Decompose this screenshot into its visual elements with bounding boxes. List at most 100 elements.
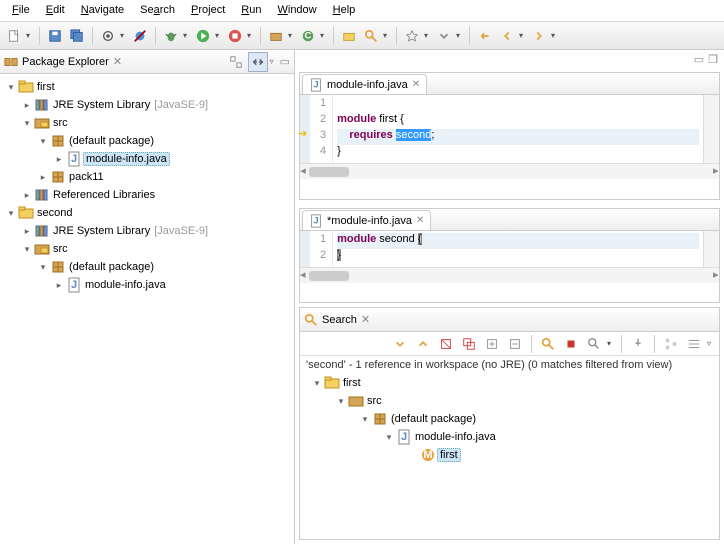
result-src[interactable]: ▾src: [304, 392, 715, 410]
menu-search[interactable]: Search: [132, 2, 183, 19]
debug-button[interactable]: [161, 26, 181, 46]
new-button[interactable]: [4, 26, 24, 46]
cancel-search-button[interactable]: [561, 334, 581, 354]
expand-all-button[interactable]: [482, 334, 502, 354]
twisty-icon[interactable]: ▾: [334, 396, 348, 407]
run-last-button[interactable]: [225, 26, 245, 46]
twisty-icon[interactable]: ▾: [20, 244, 34, 255]
run-search-again-button[interactable]: [538, 334, 558, 354]
dropdown-icon[interactable]: ▾: [215, 31, 223, 40]
result-match[interactable]: ▾Mfirst: [304, 446, 715, 464]
twisty-icon[interactable]: ▾: [358, 414, 372, 425]
twisty-icon[interactable]: ▾: [4, 82, 18, 93]
dropdown-icon[interactable]: ▾: [456, 31, 464, 40]
dropdown-icon[interactable]: ▾: [383, 31, 391, 40]
tree-view-button[interactable]: [661, 334, 681, 354]
menu-window[interactable]: Window: [269, 2, 324, 19]
history-button[interactable]: [584, 334, 604, 354]
menu-navigate[interactable]: Navigate: [73, 2, 132, 19]
maximize-icon[interactable]: ▭: [694, 53, 704, 66]
search-results-tree[interactable]: ▾first ▾src ▾(default package) ▾Jmodule-…: [300, 374, 719, 539]
jre-node[interactable]: ▸JRE System Library[JavaSE-9]: [2, 96, 292, 114]
flat-view-button[interactable]: [684, 334, 704, 354]
dropdown-icon[interactable]: ▾: [519, 31, 527, 40]
ref-libs-node[interactable]: ▸Referenced Libraries: [2, 186, 292, 204]
file-node[interactable]: ▸Jmodule-info.java: [2, 150, 292, 168]
skip-breakpoints-button[interactable]: [130, 26, 150, 46]
vertical-scrollbar[interactable]: [703, 95, 719, 163]
save-all-button[interactable]: [67, 26, 87, 46]
dropdown-icon[interactable]: ▾: [120, 31, 128, 40]
jre-node[interactable]: ▸JRE System Library[JavaSE-9]: [2, 222, 292, 240]
twisty-icon[interactable]: ▸: [20, 226, 34, 237]
dropdown-icon[interactable]: ▾: [320, 31, 328, 40]
search-button[interactable]: [361, 26, 381, 46]
menu-file[interactable]: File: [4, 2, 38, 19]
new-package-button[interactable]: [266, 26, 286, 46]
back-button[interactable]: [497, 26, 517, 46]
pin-button[interactable]: [628, 334, 648, 354]
menu-help[interactable]: Help: [325, 2, 364, 19]
last-edit-button[interactable]: [475, 26, 495, 46]
remove-all-button[interactable]: [459, 334, 479, 354]
code-area[interactable]: module first { requires second; }: [333, 95, 703, 163]
dropdown-icon[interactable]: ▾: [288, 31, 296, 40]
project-node[interactable]: ▾second: [2, 204, 292, 222]
link-editor-button[interactable]: [248, 52, 268, 72]
result-project[interactable]: ▾first: [304, 374, 715, 392]
twisty-icon[interactable]: ▸: [52, 154, 66, 165]
src-folder-node[interactable]: ▾src: [2, 114, 292, 132]
twisty-icon[interactable]: ▾: [4, 208, 18, 219]
twisty-icon[interactable]: ▾: [36, 262, 50, 273]
warning-marker-icon[interactable]: ➔: [298, 127, 307, 140]
new-class-button[interactable]: C: [298, 26, 318, 46]
collapse-all-button[interactable]: [505, 334, 525, 354]
twisty-icon[interactable]: ▾: [20, 118, 34, 129]
forward-button[interactable]: [529, 26, 549, 46]
twisty-icon[interactable]: ▸: [36, 172, 50, 183]
result-package[interactable]: ▾(default package): [304, 410, 715, 428]
menu-edit[interactable]: Edit: [38, 2, 73, 19]
toggle-mark-button[interactable]: [402, 26, 422, 46]
file-node[interactable]: ▸Jmodule-info.java: [2, 276, 292, 294]
open-type-button[interactable]: [339, 26, 359, 46]
dropdown-icon[interactable]: ▾: [247, 31, 255, 40]
editor-tab[interactable]: J *module-info.java ✕: [302, 210, 431, 230]
menu-run[interactable]: Run: [233, 2, 269, 19]
vertical-scrollbar[interactable]: [703, 231, 719, 267]
dropdown-icon[interactable]: ▾: [26, 31, 34, 40]
toggle-button[interactable]: [98, 26, 118, 46]
package-node[interactable]: ▾(default package): [2, 132, 292, 150]
dropdown-icon[interactable]: ▾: [551, 31, 559, 40]
view-menu-icon[interactable]: ▿: [707, 339, 715, 348]
code-area[interactable]: module second { }: [333, 231, 703, 267]
package-node[interactable]: ▾(default package): [2, 258, 292, 276]
collapse-all-button[interactable]: [226, 52, 246, 72]
close-icon[interactable]: ✕: [412, 79, 420, 90]
package-node[interactable]: ▸pack11: [2, 168, 292, 186]
project-node[interactable]: ▾first: [2, 78, 292, 96]
minimize-icon[interactable]: ▭: [280, 55, 290, 68]
next-annotation-button[interactable]: [434, 26, 454, 46]
twisty-icon[interactable]: ▾: [382, 432, 396, 443]
save-button[interactable]: [45, 26, 65, 46]
result-file[interactable]: ▾Jmodule-info.java: [304, 428, 715, 446]
prev-match-button[interactable]: [413, 334, 433, 354]
twisty-icon[interactable]: ▸: [20, 190, 34, 201]
close-icon[interactable]: ✕: [416, 215, 424, 226]
dropdown-icon[interactable]: ▾: [607, 339, 615, 348]
dropdown-icon[interactable]: ▾: [183, 31, 191, 40]
twisty-icon[interactable]: ▾: [310, 378, 324, 389]
src-folder-node[interactable]: ▾src: [2, 240, 292, 258]
remove-match-button[interactable]: [436, 334, 456, 354]
editor-tab[interactable]: J module-info.java ✕: [302, 74, 427, 94]
view-close[interactable]: ✕: [361, 313, 370, 326]
view-menu-icon[interactable]: ▿: [270, 57, 278, 66]
run-button[interactable]: [193, 26, 213, 46]
menu-project[interactable]: Project: [183, 2, 233, 19]
package-tree[interactable]: ▾first ▸JRE System Library[JavaSE-9] ▾sr…: [0, 74, 294, 544]
restore-icon[interactable]: ❐: [708, 53, 718, 66]
twisty-icon[interactable]: ▸: [52, 280, 66, 291]
dropdown-icon[interactable]: ▾: [424, 31, 432, 40]
twisty-icon[interactable]: ▾: [36, 136, 50, 147]
